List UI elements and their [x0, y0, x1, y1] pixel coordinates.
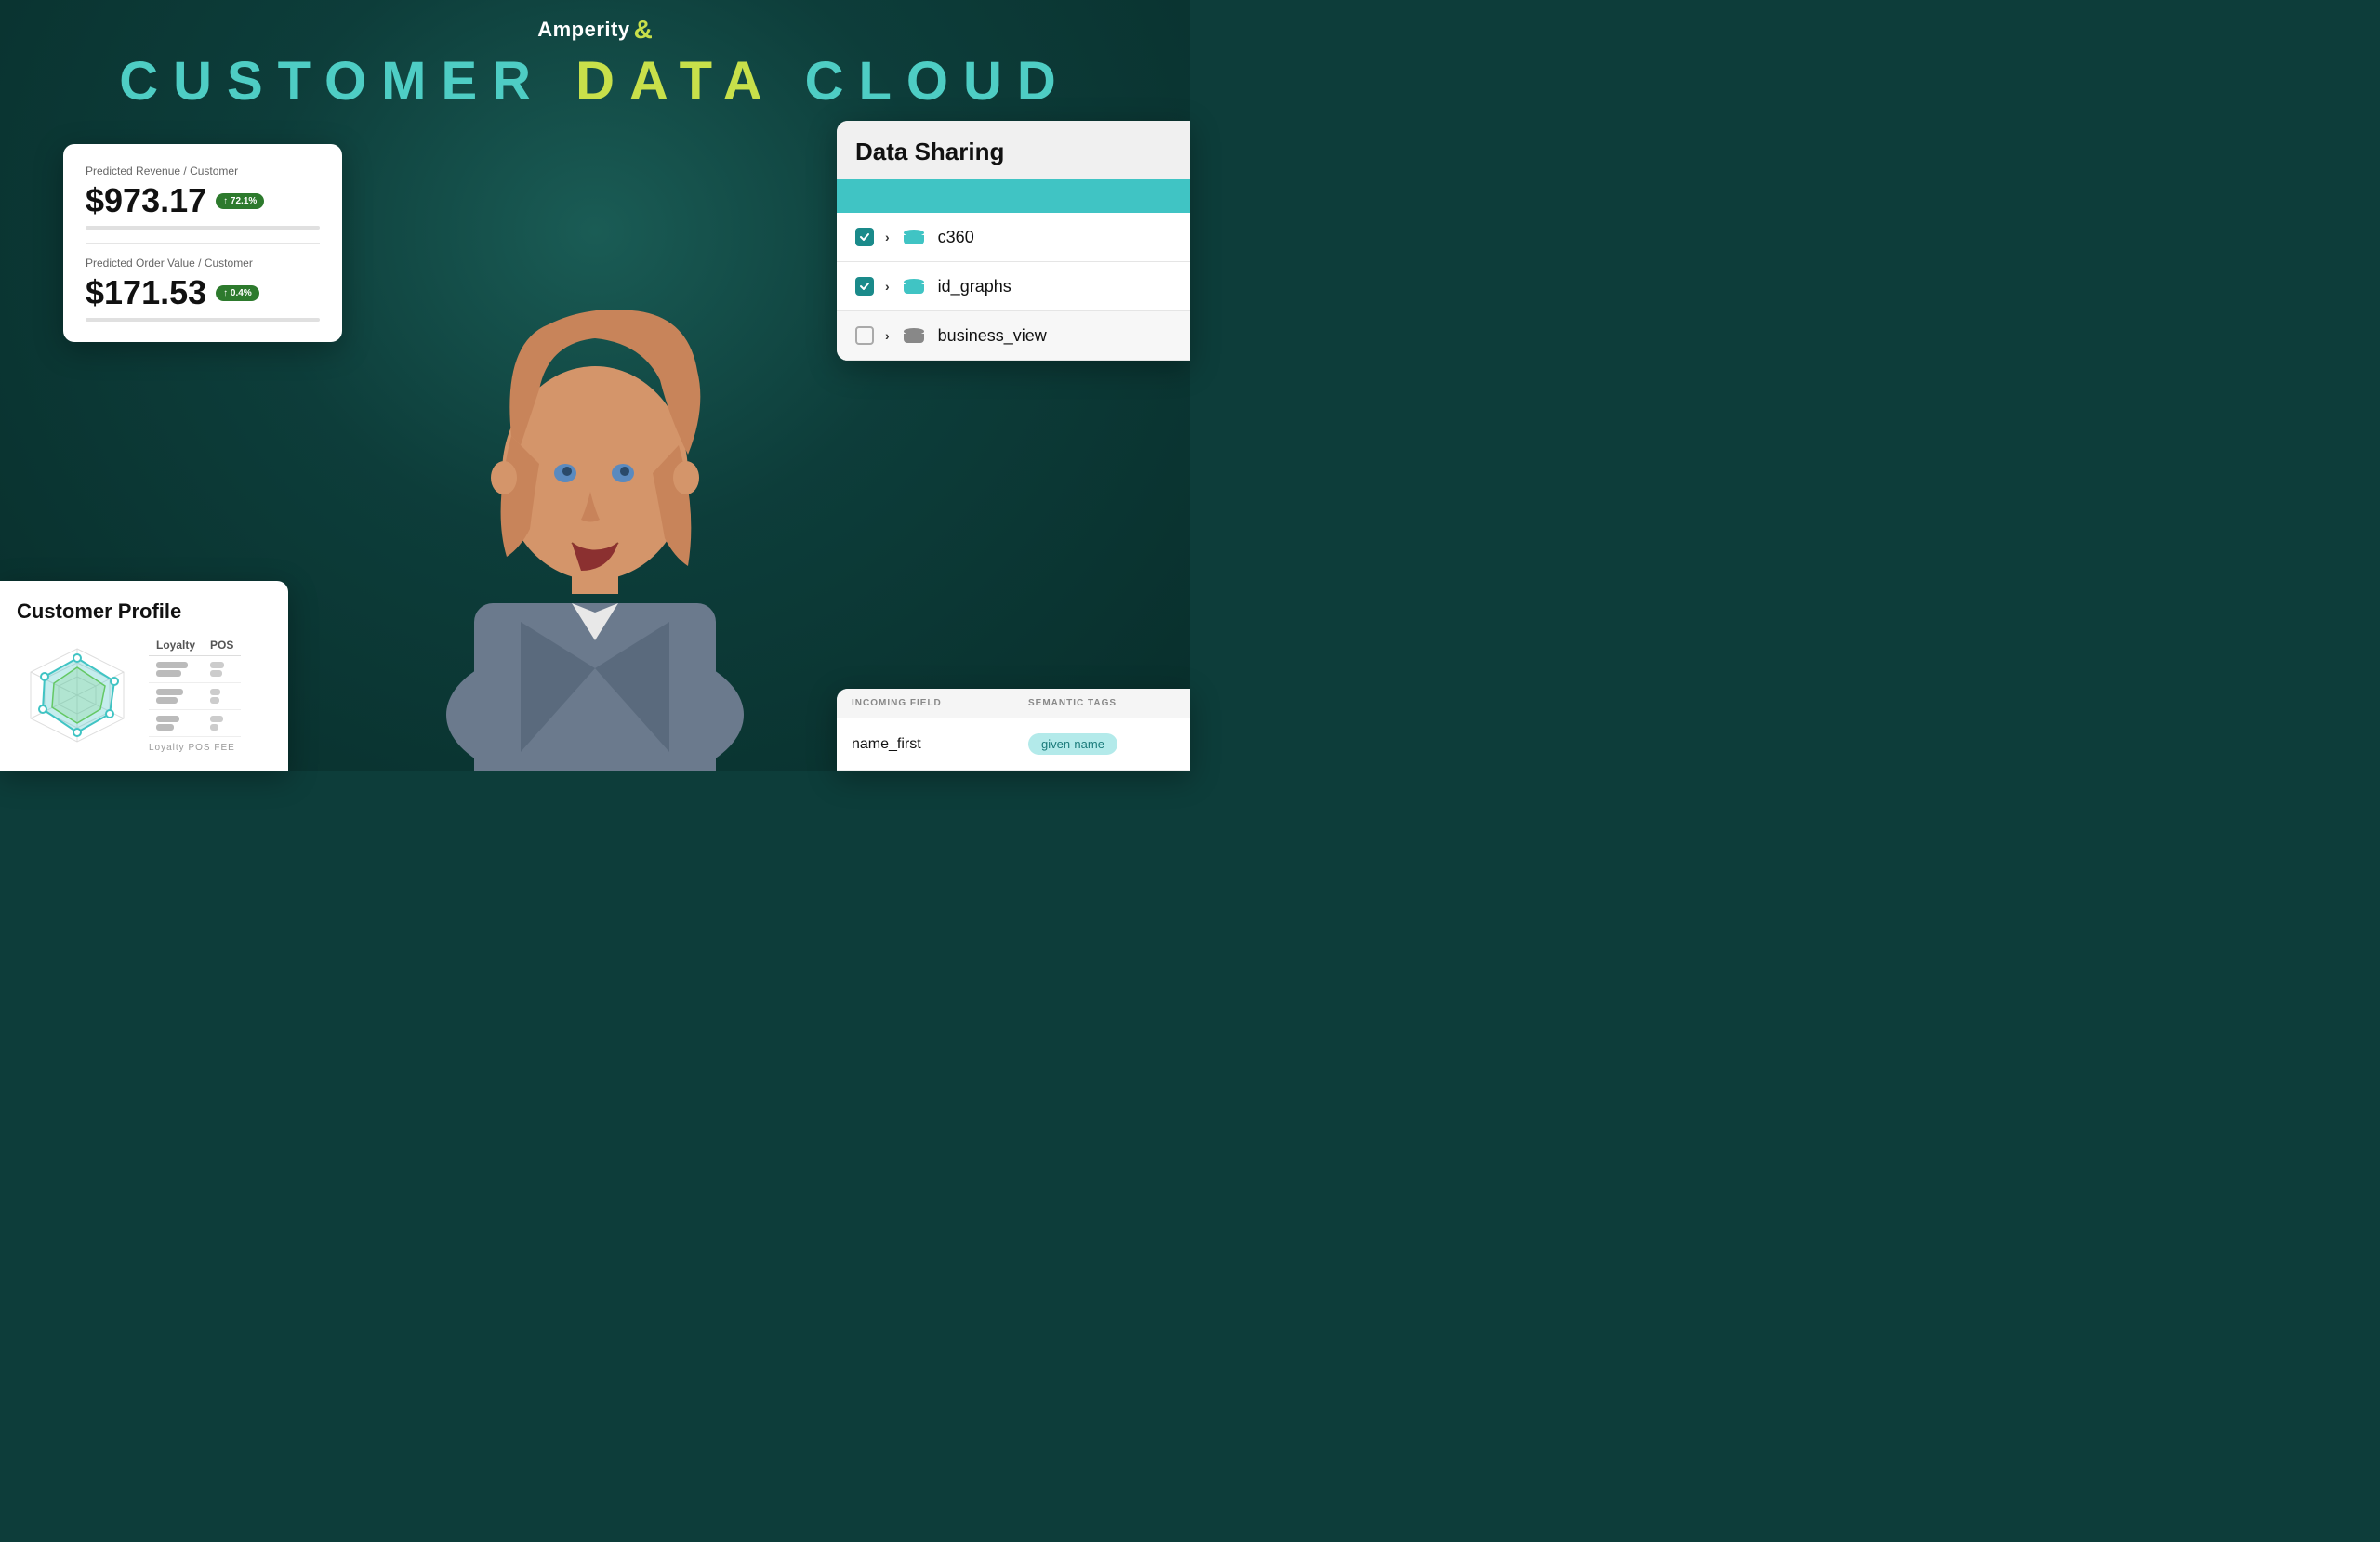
cp-bar-loyalty-1	[156, 662, 188, 668]
revenue-row-2: $171.53 ↑ 0.4%	[86, 273, 320, 312]
cp-bar-loyalty-1b	[156, 670, 181, 677]
loyalty-pos-fee-label: Loyalty POS FEE	[149, 743, 271, 753]
progress-bar-1	[86, 226, 320, 230]
cp-bar-pos-3b	[210, 724, 218, 731]
divider-1	[86, 243, 320, 244]
customer-profile-card: Customer Profile	[0, 581, 288, 771]
revenue-value-2: $171.53	[86, 273, 206, 312]
sem-field-name-first: name_first	[837, 718, 1013, 770]
spider-chart	[17, 635, 138, 756]
customer-profile-content: Loyalty POS	[17, 635, 271, 756]
cp-row-3	[149, 710, 241, 737]
db-icon-c360	[901, 226, 927, 248]
ds-chevron-business-view: ›	[885, 328, 890, 343]
sem-col2: SEMANTIC TAGS	[1013, 689, 1190, 718]
ds-checkbox-id-graphs[interactable]	[855, 277, 874, 296]
cp-col-pos: POS	[203, 635, 241, 656]
semantic-card: INCOMING FIELD SEMANTIC TAGS name_first …	[837, 689, 1190, 771]
cp-bar-pos-3	[210, 716, 223, 722]
ds-header-bar	[837, 179, 1190, 213]
cp-bar-loyalty-3b	[156, 724, 174, 731]
revenue-label-1: Predicted Revenue / Customer	[86, 165, 320, 178]
cp-bar-pos-1	[210, 662, 224, 668]
revenue-badge-2: ↑ 0.4%	[216, 285, 259, 301]
sem-row-name-first: name_first given-name	[837, 718, 1190, 771]
ds-label-business-view: business_view	[938, 326, 1047, 346]
logo-text: Amperity	[537, 18, 629, 42]
revenue-row-1: $973.17 ↑ 72.1%	[86, 181, 320, 220]
cp-bar-pos-1b	[210, 670, 222, 677]
revenue-value-1: $973.17	[86, 181, 206, 220]
ds-row-business-view: › business_view	[837, 311, 1190, 361]
data-sharing-title: Data Sharing	[837, 121, 1190, 179]
sem-tag-cell: given-name	[1013, 718, 1190, 770]
logo-ampersand: &	[634, 17, 653, 43]
person-illustration	[363, 138, 827, 771]
revenue-badge-1: ↑ 72.1%	[216, 193, 264, 209]
data-sharing-card: Data Sharing › c360 › id_graphs	[837, 121, 1190, 361]
sem-header: INCOMING FIELD SEMANTIC TAGS	[837, 689, 1190, 718]
cp-bar-pos-2	[210, 689, 220, 695]
cp-bar-loyalty-2b	[156, 697, 178, 704]
db-icon-business-view	[901, 324, 927, 347]
title-cloud: CLOUD	[805, 51, 1071, 112]
customer-profile-table: Loyalty POS	[149, 635, 241, 737]
header: Amperity & CUSTOMER DATA CLOUD	[0, 0, 1190, 112]
cp-row-1	[149, 656, 241, 683]
sem-tag-given-name: given-name	[1028, 733, 1117, 755]
cp-bar-loyalty-3	[156, 716, 179, 722]
progress-bar-2	[86, 318, 320, 322]
ds-row-id-graphs: › id_graphs	[837, 262, 1190, 311]
revenue-label-2: Predicted Order Value / Customer	[86, 257, 320, 270]
ds-row-c360: › c360	[837, 213, 1190, 262]
checkmark-icon-id-graphs	[859, 281, 870, 292]
revenue-card: Predicted Revenue / Customer $973.17 ↑ 7…	[63, 144, 342, 342]
ds-checkbox-c360[interactable]	[855, 228, 874, 246]
db-icon-id-graphs	[901, 275, 927, 297]
ds-checkbox-business-view[interactable]	[855, 326, 874, 345]
ds-label-c360: c360	[938, 228, 974, 247]
main-title: CUSTOMER DATA CLOUD	[119, 50, 1071, 112]
ds-chevron-id-graphs: ›	[885, 279, 890, 294]
logo-container: Amperity &	[537, 17, 653, 43]
title-data: DATA	[575, 51, 774, 112]
ds-chevron-c360: ›	[885, 230, 890, 244]
title-customer: CUSTOMER	[119, 51, 546, 112]
cp-bar-loyalty-2	[156, 689, 183, 695]
customer-profile-title: Customer Profile	[17, 600, 271, 624]
checkmark-icon-c360	[859, 231, 870, 243]
cp-col-loyalty: Loyalty	[149, 635, 203, 656]
cp-row-2	[149, 683, 241, 710]
customer-profile-table-container: Loyalty POS	[149, 635, 271, 756]
person-svg	[400, 157, 790, 771]
sem-col1: INCOMING FIELD	[837, 689, 1013, 718]
cp-bar-pos-2b	[210, 697, 219, 704]
ds-label-id-graphs: id_graphs	[938, 277, 1012, 297]
